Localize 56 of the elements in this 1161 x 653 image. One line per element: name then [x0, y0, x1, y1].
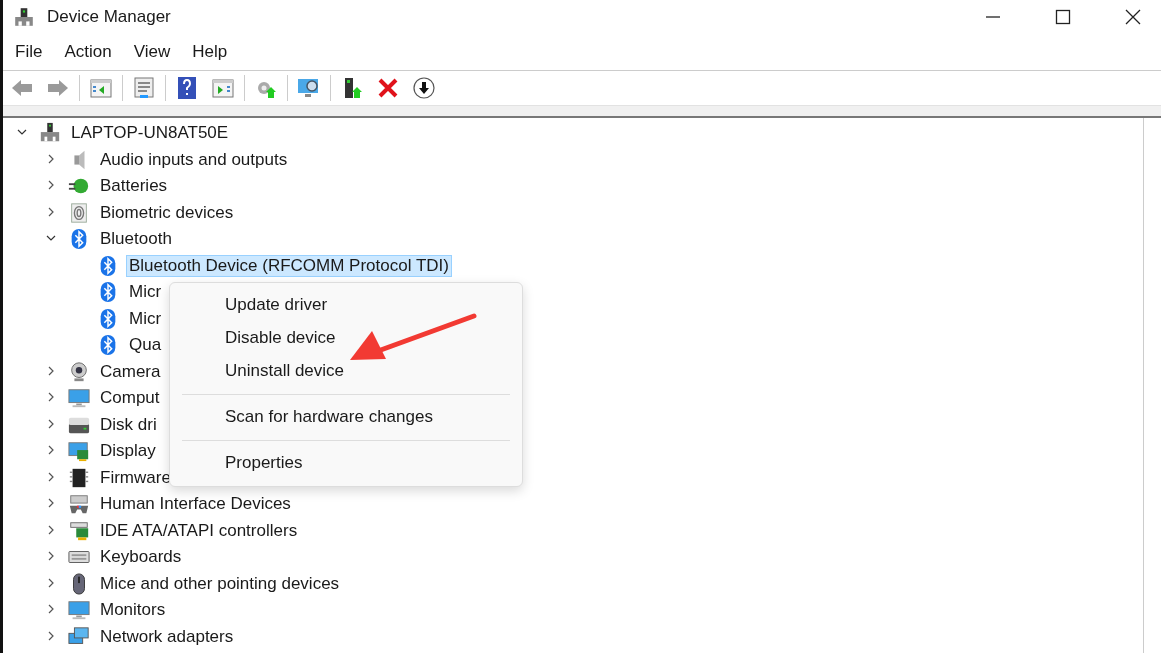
- tree-item[interactable]: Disk dri: [97, 413, 160, 436]
- expand-chevron-icon[interactable]: [46, 180, 56, 191]
- console-tree-icon[interactable]: [89, 76, 113, 100]
- close-icon[interactable]: [1125, 9, 1141, 25]
- context-menu-item[interactable]: Uninstall device: [170, 355, 522, 388]
- delete-icon[interactable]: [376, 76, 400, 100]
- action-pane-icon[interactable]: [211, 76, 235, 100]
- context-menu-item[interactable]: Update driver: [170, 289, 522, 322]
- expand-chevron-icon[interactable]: [46, 630, 56, 641]
- expand-chevron-icon[interactable]: [46, 445, 56, 456]
- download-icon[interactable]: [412, 76, 436, 100]
- expand-chevron-icon[interactable]: [46, 551, 56, 562]
- tree-item[interactable]: Display: [97, 440, 159, 463]
- expand-chevron-icon[interactable]: [46, 365, 56, 376]
- tree-item[interactable]: Network adapters: [97, 625, 237, 648]
- expand-chevron-icon[interactable]: [46, 153, 56, 164]
- help-icon[interactable]: [175, 76, 199, 100]
- device-manager-icon: [13, 6, 35, 28]
- tree-item[interactable]: Qua: [126, 334, 165, 357]
- tree-item[interactable]: Bluetooth Device (RFCOMM Protocol TDI): [126, 254, 452, 277]
- expand-chevron-icon[interactable]: [46, 604, 56, 615]
- tree-item[interactable]: Camera: [97, 360, 164, 383]
- window-title: Device Manager: [47, 7, 171, 27]
- tree-item[interactable]: Mice and other pointing devices: [97, 572, 343, 595]
- tree-item[interactable]: Audio inputs and outputs: [97, 148, 291, 171]
- context-menu-item[interactable]: Properties: [170, 447, 522, 480]
- tree-item[interactable]: Batteries: [97, 175, 171, 198]
- webcam-icon: [68, 359, 90, 384]
- maximize-icon[interactable]: [1055, 9, 1071, 25]
- scan-monitor-icon[interactable]: [297, 76, 321, 100]
- context-menu-item[interactable]: Scan for hardware changes: [170, 401, 522, 434]
- tree-item[interactable]: Biometric devices: [97, 201, 237, 224]
- tree-item[interactable]: Keyboards: [97, 546, 185, 569]
- tree-item[interactable]: Human Interface Devices: [97, 493, 294, 516]
- tree-item[interactable]: Monitors: [97, 599, 169, 622]
- expand-chevron-icon[interactable]: [46, 577, 56, 588]
- tree-item[interactable]: Bluetooth: [97, 228, 175, 251]
- expand-chevron-icon[interactable]: [46, 418, 56, 429]
- expand-chevron-icon[interactable]: [46, 524, 56, 535]
- expand-chevron-icon[interactable]: [46, 471, 56, 482]
- menu-item[interactable]: View: [133, 42, 171, 62]
- expand-chevron-icon[interactable]: [46, 498, 56, 509]
- menu-item[interactable]: Action: [64, 42, 112, 62]
- tree-item[interactable]: IDE ATA/ATAPI controllers: [97, 519, 301, 542]
- tree-item[interactable]: Micr: [126, 307, 165, 330]
- expand-chevron-icon[interactable]: [46, 392, 56, 403]
- tree-item[interactable]: Comput: [97, 387, 163, 410]
- tree-item[interactable]: Micr: [126, 281, 165, 304]
- expand-chevron-icon[interactable]: [46, 206, 56, 217]
- fingerprint-icon: [68, 200, 90, 225]
- tree-item[interactable]: LAPTOP-UN8AT50E: [68, 122, 232, 145]
- menu-item[interactable]: Help: [192, 42, 228, 62]
- properties-icon[interactable]: [132, 76, 156, 100]
- menu-item[interactable]: File: [15, 42, 43, 62]
- context-menu-item[interactable]: Disable device: [170, 322, 522, 355]
- display-card-icon: [68, 439, 90, 464]
